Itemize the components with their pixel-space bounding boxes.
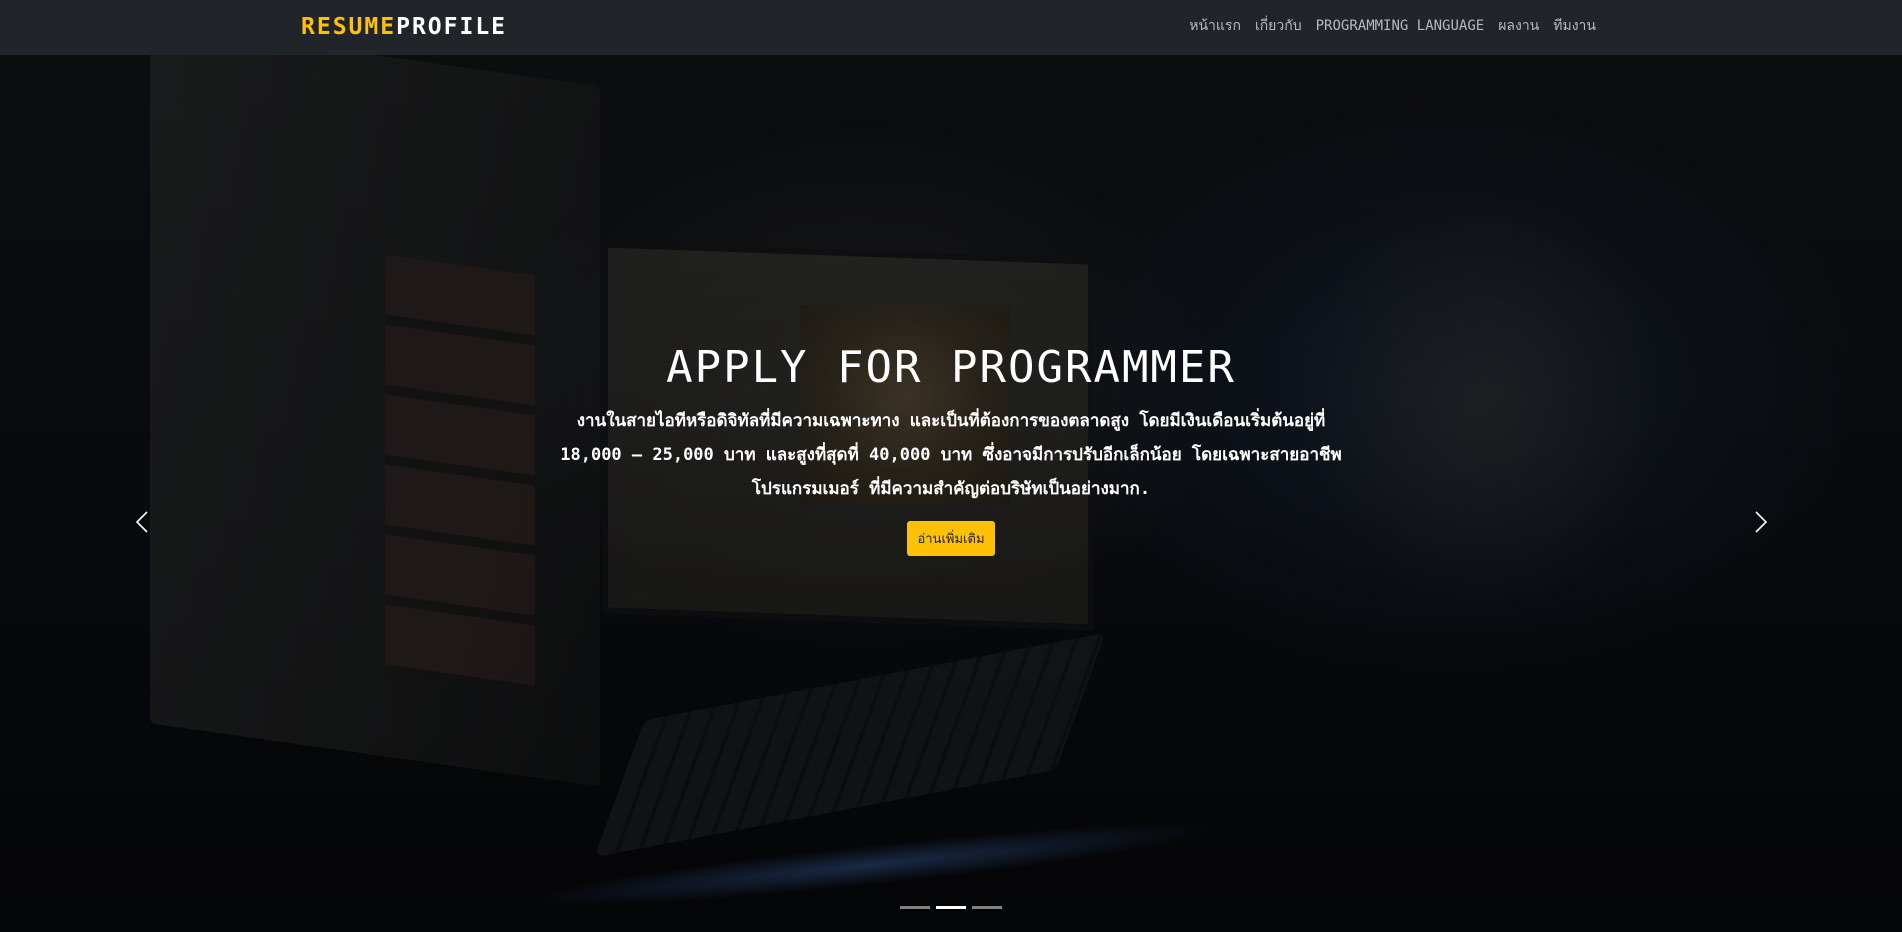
nav-link-about[interactable]: เกี่ยวกับ [1255,16,1302,36]
brand-part-profile: PROFILE [396,14,508,40]
carousel-prev-button[interactable] [128,507,158,537]
nav-link-team[interactable]: ทีมงาน [1553,16,1596,36]
nav-link-portfolio[interactable]: ผลงาน [1498,16,1539,36]
hero-description: งานในสายไอทีหรือดิจิทัลที่มีความเฉพาะทาง… [560,411,1342,499]
navbar: RESUMEPROFILE หน้าแรก เกี่ยวกับ PROGRAMM… [0,0,1902,55]
chevron-right-icon [1755,511,1768,533]
read-more-button[interactable]: อ่านเพิ่มเติม [907,521,995,556]
chevron-left-icon [135,511,148,533]
carousel-indicators [0,906,1902,909]
carousel-indicator-2[interactable] [936,906,966,909]
brand-logo[interactable]: RESUMEPROFILE [301,12,507,42]
carousel-indicator-1[interactable] [900,906,930,909]
carousel-indicator-3[interactable] [972,906,1002,909]
nav-link-home[interactable]: หน้าแรก [1189,16,1241,36]
carousel-caption: APPLY FOR PROGRAMMER งานในสายไอทีหรือดิจ… [551,342,1351,556]
hero-title: APPLY FOR PROGRAMMER [666,342,1236,393]
carousel-next-button[interactable] [1745,507,1775,537]
nav-link-programming-language[interactable]: PROGRAMMING LANGUAGE [1316,16,1485,36]
brand-part-resume: RESUME [301,14,397,40]
nav-links: หน้าแรก เกี่ยวกับ PROGRAMMING LANGUAGE ผ… [1189,16,1596,36]
